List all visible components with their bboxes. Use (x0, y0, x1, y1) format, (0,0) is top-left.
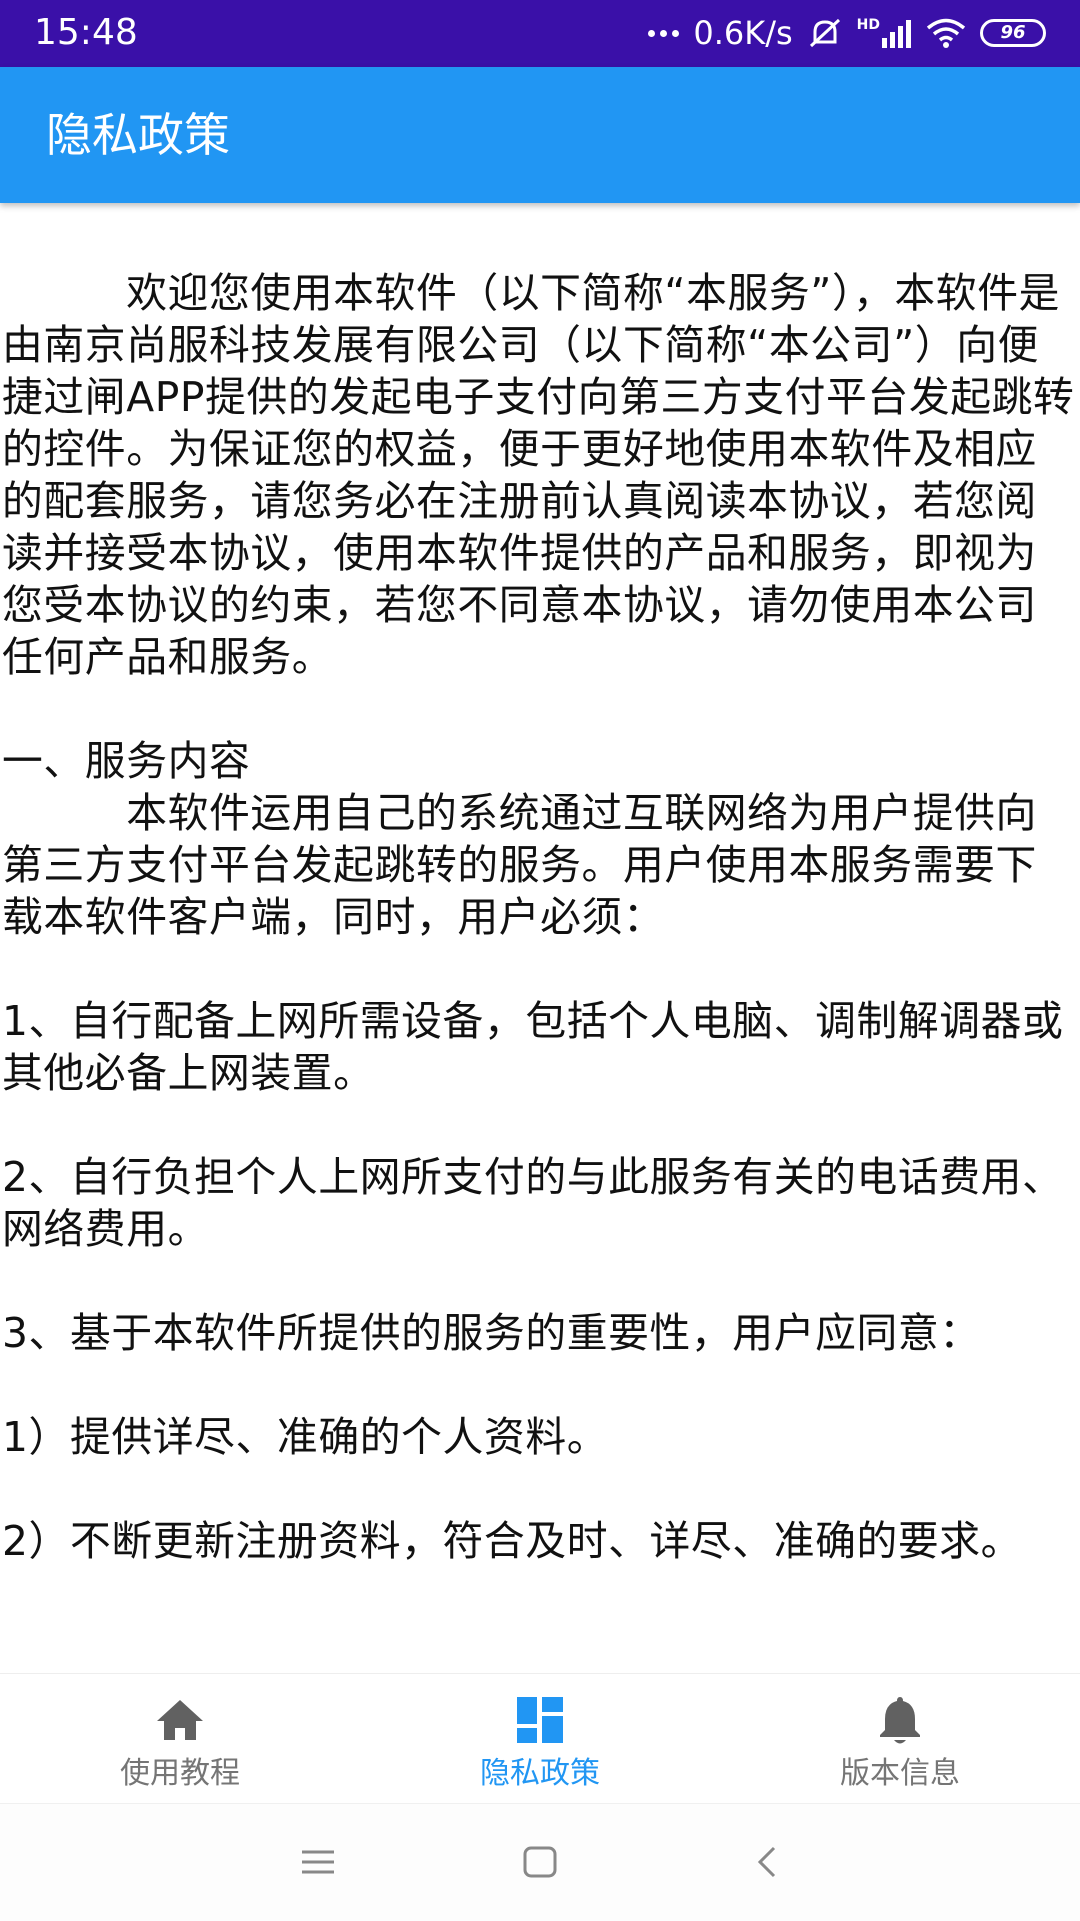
bottom-navigation: 使用教程 隐私政策 版本信息 (0, 1673, 1080, 1804)
nav-item-tutorial[interactable]: 使用教程 (0, 1674, 360, 1804)
battery-indicator: 96 (980, 19, 1046, 47)
nav-label-privacy: 隐私政策 (480, 1756, 600, 1791)
nav-item-version[interactable]: 版本信息 (720, 1674, 1080, 1804)
page-title: 隐私政策 (46, 108, 230, 162)
status-time: 15:48 (34, 12, 138, 53)
back-icon[interactable] (748, 1842, 788, 1882)
menu-icon[interactable] (298, 1842, 338, 1882)
status-icons: 0.6K/s HD 96 (648, 10, 1046, 56)
bell-icon (880, 1697, 920, 1744)
home-square-icon[interactable] (520, 1842, 560, 1882)
dashboard-icon (517, 1697, 563, 1743)
nav-item-privacy[interactable]: 隐私政策 (360, 1674, 720, 1804)
nav-label-version: 版本信息 (840, 1756, 960, 1791)
network-type-label: HD (856, 17, 880, 33)
do-not-disturb-icon (809, 18, 840, 48)
system-navigation-bar (0, 1803, 1080, 1921)
policy-text: 欢迎您使用本软件（以下简称“本服务”），本软件是由南京尚服科技发展有限公司（以下… (2, 269, 1075, 1565)
more-notifications-icon (648, 29, 680, 37)
signal-group: HD (857, 18, 912, 48)
status-bar: 15:48 0.6K/s HD 96 (0, 0, 1080, 67)
nav-label-tutorial: 使用教程 (120, 1756, 240, 1791)
signal-icon (882, 20, 911, 48)
wifi-icon (926, 18, 966, 48)
app-bar: 隐私政策 (0, 67, 1080, 203)
home-icon (157, 1700, 203, 1740)
policy-content[interactable]: 欢迎您使用本软件（以下简称“本服务”），本软件是由南京尚服科技发展有限公司（以下… (0, 203, 1080, 1673)
network-speed: 0.6K/s (693, 14, 793, 52)
